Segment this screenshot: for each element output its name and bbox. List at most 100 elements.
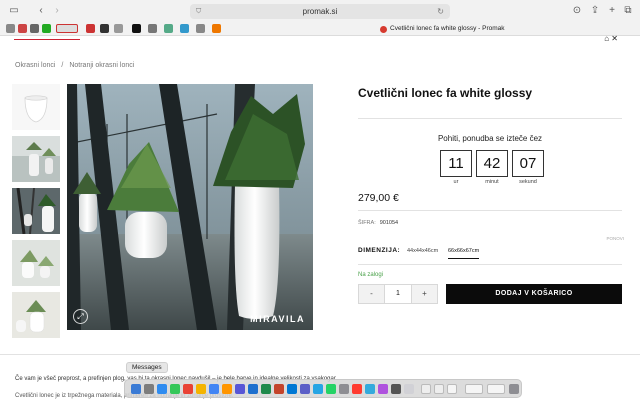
document-icon[interactable]: [487, 384, 505, 394]
countdown-minutes: 42: [476, 150, 508, 177]
breadcrumb-item-notranji-okrasni-lonci[interactable]: Notranji okrasni lonci: [69, 62, 134, 69]
active-tab-title: Cvetlični lonec fa white glossy - Promak: [390, 25, 505, 32]
quantity-decrease-button[interactable]: -: [359, 285, 385, 303]
music-icon[interactable]: [235, 384, 245, 394]
powerpoint-icon[interactable]: [274, 384, 284, 394]
cart-icon[interactable]: ⌂ ✕: [604, 34, 618, 43]
reload-icon[interactable]: ↻: [437, 4, 444, 19]
bookmark-favicon[interactable]: [30, 24, 39, 33]
safari-icon[interactable]: [157, 384, 167, 394]
breadcrumb: Okrasni lonci / Notranji okrasni lonci: [15, 62, 134, 69]
thumbnail-2[interactable]: [12, 136, 60, 182]
sku-label: ŠIFRA:: [358, 220, 376, 226]
promak-favicon-icon: [380, 26, 387, 33]
photos-icon[interactable]: [222, 384, 232, 394]
chrome-icon[interactable]: [209, 384, 219, 394]
bookmark-favicon[interactable]: [86, 24, 95, 33]
bookmark-favicon[interactable]: [56, 24, 78, 33]
browser-chrome: ▭ ‹ › ⛉ promak.si ↻ ⊙ ⇪ + ⧉ Cvetlični lo…: [0, 0, 640, 36]
excel-icon[interactable]: [261, 384, 271, 394]
bookmark-favicon[interactable]: [180, 24, 189, 33]
site-logo[interactable]: [14, 36, 80, 40]
forward-icon[interactable]: ›: [52, 5, 62, 17]
variation-divider: [358, 264, 622, 265]
document-icon[interactable]: [421, 384, 431, 394]
podcasts-icon[interactable]: [378, 384, 388, 394]
telegram-icon[interactable]: [313, 384, 323, 394]
product-main-image[interactable]: ⤢ MIRAVILA: [67, 84, 313, 330]
app-store-icon[interactable]: [365, 384, 375, 394]
promo-text: Pohiti, ponudba se izteče čez: [437, 134, 543, 143]
address-bar[interactable]: ⛉ promak.si ↻: [190, 4, 450, 19]
product-title: Cvetlični lonec fa white glossy: [358, 86, 533, 100]
countdown-hours-label: ur: [453, 179, 459, 185]
thumbnail-5[interactable]: [12, 292, 60, 338]
finder-icon[interactable]: [131, 384, 141, 394]
sku: ŠIFRA: 901054: [358, 220, 398, 226]
browser-toolbar: ▭ ‹ › ⛉ promak.si ↻ ⊙ ⇪ + ⧉: [0, 0, 640, 22]
breadcrumb-item-okrasni-lonci[interactable]: Okrasni lonci: [15, 62, 55, 69]
back-icon[interactable]: ‹: [36, 5, 46, 17]
price-divider: [358, 210, 622, 211]
product-price: 279,00 €: [358, 192, 399, 204]
whatsapp-icon[interactable]: [326, 384, 336, 394]
bookmark-favicon[interactable]: [114, 24, 123, 33]
new-tab-icon[interactable]: +: [607, 5, 617, 17]
bookmark-favicon[interactable]: [148, 24, 157, 33]
countdown-minutes-label: minut: [485, 179, 499, 185]
quantity-increase-button[interactable]: +: [411, 285, 437, 303]
stock-status: Na zalogi: [358, 272, 384, 278]
dimension-option-small[interactable]: 44x44x46cm: [407, 248, 438, 258]
document-icon[interactable]: [447, 384, 457, 394]
dock-tooltip: Messages: [126, 362, 168, 373]
zoom-icon[interactable]: ⤢: [73, 309, 88, 324]
breadcrumb-separator: /: [61, 62, 64, 69]
bookmark-favicon[interactable]: [6, 24, 15, 33]
bookmark-favicon[interactable]: [18, 24, 27, 33]
bookmarks-and-tabs-strip: Cvetlični lonec fa white glossy - Promak: [0, 22, 640, 36]
messages-icon[interactable]: [170, 384, 180, 394]
bookmark-favicon[interactable]: [132, 24, 141, 33]
brand-watermark: MIRAVILA: [250, 314, 305, 324]
teams-icon[interactable]: [300, 384, 310, 394]
thumbnail-1[interactable]: [12, 84, 60, 130]
thumbnail-4[interactable]: [12, 240, 60, 286]
add-to-cart-button[interactable]: DODAJ V KOŠARICO: [446, 284, 622, 304]
bookmark-favicon[interactable]: [164, 24, 173, 33]
shield-icon: ⛉: [196, 8, 202, 15]
sku-value: 901054: [379, 220, 399, 226]
download-icon[interactable]: ⊙: [572, 5, 582, 17]
countdown-seconds-label: sekund: [519, 179, 537, 185]
mail-icon[interactable]: [183, 384, 193, 394]
reset-variations-link[interactable]: PONOVI: [606, 236, 624, 241]
macos-dock: [124, 379, 522, 398]
site-header: ⌂ ✕: [0, 34, 640, 44]
outlook-icon[interactable]: [287, 384, 297, 394]
preview-icon[interactable]: [404, 384, 414, 394]
dimension-option-large[interactable]: 66x66x67cm: [448, 248, 480, 259]
thumbnail-3[interactable]: [12, 188, 60, 234]
launchpad-icon[interactable]: [144, 384, 154, 394]
countdown-seconds: 07: [512, 150, 544, 177]
calendar-icon[interactable]: [352, 384, 362, 394]
title-divider: [358, 118, 622, 119]
sidebar-icon[interactable]: ▭: [8, 5, 20, 17]
url-text: promak.si: [302, 7, 338, 16]
document-icon[interactable]: [465, 384, 483, 394]
bookmark-favicon[interactable]: [42, 24, 51, 33]
word-icon[interactable]: [248, 384, 258, 394]
notes-icon[interactable]: [196, 384, 206, 394]
settings-icon[interactable]: [339, 384, 349, 394]
trash-icon[interactable]: [509, 384, 519, 394]
quantity-input[interactable]: 1: [386, 285, 410, 303]
tabs-overview-icon[interactable]: ⧉: [623, 5, 633, 17]
active-tab[interactable]: Cvetlični lonec fa white glossy - Promak: [380, 23, 505, 35]
quantity-stepper: - 1 +: [358, 284, 438, 304]
document-icon[interactable]: [434, 384, 444, 394]
terminal-icon[interactable]: [391, 384, 401, 394]
bookmark-favicon[interactable]: [196, 24, 205, 33]
share-icon[interactable]: ⇪: [590, 5, 600, 17]
description-divider: [0, 354, 640, 355]
bookmark-favicon[interactable]: [212, 24, 221, 33]
bookmark-favicon[interactable]: [100, 24, 109, 33]
